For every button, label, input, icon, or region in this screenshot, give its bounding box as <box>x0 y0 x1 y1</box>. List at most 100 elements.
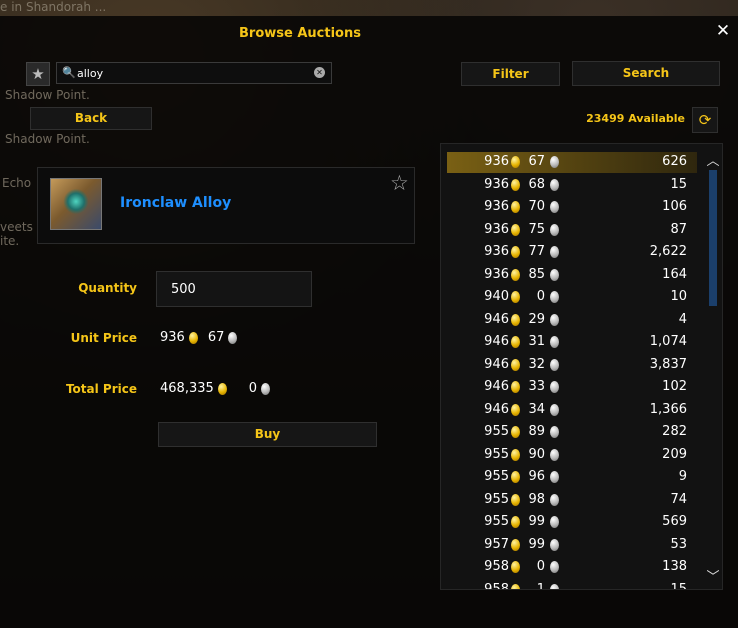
back-button[interactable]: Back <box>30 107 152 130</box>
world-text: Echo <box>2 176 32 190</box>
listing-row[interactable]: 940 0 10 <box>447 287 697 308</box>
available-count: 23499 Available <box>586 112 685 125</box>
silver-coin-icon <box>550 291 559 303</box>
listing-quantity: 4 <box>678 311 687 327</box>
gold-coin-icon <box>511 358 520 371</box>
listing-silver: 90 <box>528 446 545 462</box>
filter-button[interactable]: Filter <box>461 62 560 86</box>
listing-row[interactable]: 955 89 282 <box>447 422 697 443</box>
listing-silver: 77 <box>528 244 545 259</box>
gold-coin-icon <box>511 268 520 281</box>
listing-row[interactable]: 955 99 569 <box>447 512 697 533</box>
clear-search-icon[interactable]: ✕ <box>314 67 325 78</box>
listing-gold: 946 <box>484 356 509 372</box>
listing-gold: 946 <box>484 311 509 327</box>
listing-silver: 96 <box>528 469 545 484</box>
gold-coin-icon <box>511 516 520 528</box>
world-text: Shadow Point. <box>5 88 90 102</box>
scroll-down-arrow-icon[interactable]: ﹀ <box>704 566 722 585</box>
listing-row[interactable]: 955 90 209 <box>447 445 697 466</box>
refresh-icon[interactable]: ⟳ <box>692 107 718 133</box>
listing-quantity: 1,074 <box>649 334 687 349</box>
listing-row[interactable]: 936 77 2,622 <box>447 242 697 263</box>
favorites-star-icon[interactable]: ★ <box>26 62 50 86</box>
gold-coin-icon <box>511 538 520 551</box>
listing-row[interactable]: 946 29 4 <box>447 310 697 331</box>
listing-row[interactable]: 936 67 626 <box>447 152 697 173</box>
listing-quantity: 9 <box>678 469 687 484</box>
scrollbar[interactable] <box>709 170 717 570</box>
item-favorite-star-icon[interactable]: ☆ <box>390 171 409 195</box>
silver-coin-icon <box>550 471 559 483</box>
listing-gold: 940 <box>484 289 509 304</box>
listing-row[interactable]: 936 85 164 <box>447 265 697 286</box>
search-button[interactable]: Search <box>572 61 720 86</box>
silver-coin-icon <box>550 538 559 551</box>
item-card: Ironclaw Alloy ☆ <box>37 167 415 244</box>
listing-silver: 98 <box>528 491 545 507</box>
listing-quantity: 10 <box>670 289 687 304</box>
listing-silver: 0 <box>536 559 545 574</box>
listing-row[interactable]: 957 99 53 <box>447 535 697 556</box>
window-title: Browse Auctions <box>239 26 361 41</box>
listing-row[interactable]: 958 0 138 <box>447 557 697 578</box>
listing-gold: 957 <box>484 536 509 552</box>
listing-row[interactable]: 955 96 9 <box>447 467 697 488</box>
close-icon[interactable]: ✕ <box>714 22 732 40</box>
search-input-box[interactable]: 🔍 ✕ <box>56 62 332 84</box>
scroll-up-arrow-icon[interactable]: ︿ <box>704 150 722 169</box>
listing-silver: 33 <box>528 379 545 394</box>
listing-row[interactable]: 946 32 3,837 <box>447 355 697 376</box>
listing-gold: 946 <box>484 379 509 394</box>
gold-coin-icon <box>511 336 520 348</box>
listing-gold: 955 <box>484 424 509 439</box>
unit-price-silver: 67 <box>207 330 225 345</box>
gold-coin-icon <box>188 331 198 344</box>
gold-coin-icon <box>511 201 520 213</box>
silver-coin-icon <box>550 426 559 438</box>
listing-silver: 1 <box>536 581 545 590</box>
listing-row[interactable]: 946 34 1,366 <box>447 400 697 421</box>
gold-coin-icon <box>511 403 520 416</box>
silver-coin-icon <box>550 336 559 348</box>
listing-row[interactable]: 936 70 106 <box>447 197 697 218</box>
listing-quantity: 3,837 <box>649 356 687 372</box>
listing-gold: 958 <box>484 559 509 574</box>
silver-coin-icon <box>550 156 559 168</box>
listing-quantity: 15 <box>670 176 687 192</box>
world-text: ite. <box>0 234 20 248</box>
listing-row[interactable]: 946 33 102 <box>447 377 697 398</box>
gold-coin-icon <box>511 426 520 438</box>
listing-silver: 99 <box>528 514 545 529</box>
listing-quantity: 138 <box>662 559 687 574</box>
buy-button[interactable]: Buy <box>158 422 377 447</box>
silver-coin-icon <box>550 381 559 393</box>
listing-row[interactable]: 936 75 87 <box>447 220 697 241</box>
listing-row[interactable]: 936 68 15 <box>447 175 697 196</box>
listing-gold: 936 <box>484 154 509 169</box>
silver-coin-icon <box>550 201 559 213</box>
listing-gold: 936 <box>484 244 509 259</box>
silver-coin-icon <box>550 313 559 326</box>
silver-coin-icon <box>228 331 238 344</box>
quantity-field[interactable] <box>156 271 312 307</box>
listing-silver: 0 <box>536 289 545 304</box>
listing-row[interactable]: 946 31 1,074 <box>447 332 697 353</box>
listing-row[interactable]: 955 98 74 <box>447 490 697 511</box>
gold-coin-icon <box>511 471 520 483</box>
scrollbar-thumb[interactable] <box>709 170 717 306</box>
total-price-value: 468,335 0 <box>160 381 271 396</box>
silver-coin-icon <box>550 403 559 416</box>
listing-gold: 936 <box>484 266 509 282</box>
search-input[interactable] <box>77 65 307 81</box>
unit-price-gold: 936 <box>160 330 185 345</box>
unit-price-label: Unit Price <box>70 331 137 345</box>
listings-panel: 936 67 626 936 68 15 936 70 106 936 75 87 936 77 2,622… <box>440 143 723 590</box>
listing-quantity: 102 <box>662 379 687 394</box>
listing-silver: 89 <box>528 424 545 439</box>
listing-quantity: 209 <box>662 446 687 462</box>
quantity-input[interactable] <box>171 280 291 298</box>
silver-coin-icon <box>261 382 271 395</box>
total-price-silver: 0 <box>248 381 258 396</box>
listing-row[interactable]: 958 1 15 <box>447 580 697 590</box>
